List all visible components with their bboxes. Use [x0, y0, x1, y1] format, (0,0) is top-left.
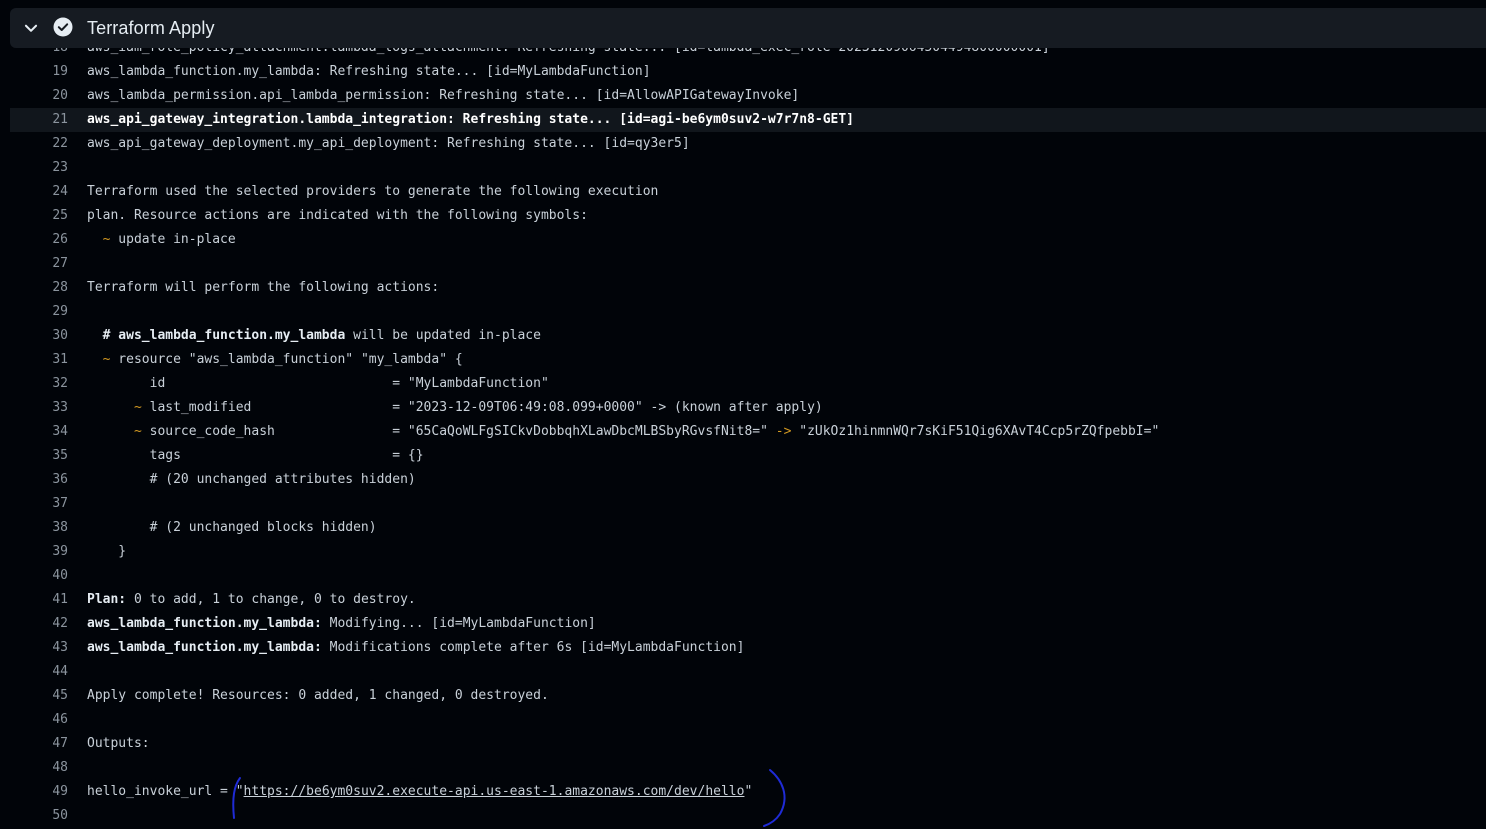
line-text: aws_lambda_function.my_lambda: Modificat…	[87, 640, 745, 655]
log-line: 45 Apply complete! Resources: 0 added, 1 …	[10, 684, 1486, 708]
log-line: 37	[10, 492, 1486, 516]
line-text: id = "MyLambdaFunction"	[87, 376, 549, 391]
log-line: 38 # (2 unchanged blocks hidden)	[10, 516, 1486, 540]
line-number: 38	[52, 520, 68, 535]
change-arrow: ->	[775, 424, 792, 439]
line-text: Terraform will perform the following act…	[87, 280, 440, 295]
step-header[interactable]: Terraform Apply	[10, 8, 1486, 48]
log-line: 26 ~ update in-place	[10, 228, 1486, 252]
tilde-symbol: ~	[133, 400, 142, 415]
line-number: 45	[52, 688, 68, 703]
chevron-down-icon[interactable]	[22, 19, 40, 37]
line-text: tags = {}	[87, 448, 424, 463]
line-text: hello_invoke_url = "https://be6ym0suv2.e…	[87, 784, 753, 799]
step-title: Terraform Apply	[87, 18, 215, 38]
line-text: aws_lambda_function.my_lambda: Refreshin…	[87, 64, 651, 79]
line-number: 24	[52, 184, 68, 199]
log-line: 24 Terraform used the selected providers …	[10, 180, 1486, 204]
check-circle-icon	[53, 17, 73, 37]
line-number: 47	[52, 736, 68, 751]
line-text: ~ resource "aws_lambda_function" "my_lam…	[102, 352, 463, 367]
line-text: # (20 unchanged attributes hidden)	[87, 472, 416, 487]
tilde-symbol: ~	[133, 424, 142, 439]
tilde-symbol: ~	[102, 352, 111, 367]
log-line: 34 ~ source_code_hash = "65CaQoWLFgSICkv…	[10, 420, 1486, 444]
line-number: 50	[52, 808, 68, 823]
log-line: 36 # (20 unchanged attributes hidden)	[10, 468, 1486, 492]
annotation-left-paren	[232, 777, 241, 819]
log-line: 27	[10, 252, 1486, 276]
log-line: 44	[10, 660, 1486, 684]
line-number: 21	[52, 112, 68, 127]
log-line: 22 aws_api_gateway_deployment.my_api_depl…	[10, 132, 1486, 156]
log-line: 35 tags = {}	[10, 444, 1486, 468]
log-line: 20 aws_lambda_permission.api_lambda_permi…	[10, 84, 1486, 108]
annotation-right-paren	[763, 769, 786, 827]
line-text: # (2 unchanged blocks hidden)	[87, 520, 377, 535]
line-text: aws_api_gateway_integration.lambda_integ…	[87, 112, 855, 127]
line-number: 32	[52, 376, 68, 391]
line-number: 31	[52, 352, 68, 367]
line-text: plan. Resource actions are indicated wit…	[87, 208, 588, 223]
line-text: aws_api_gateway_deployment.my_api_deploy…	[87, 136, 690, 151]
log-line: 43 aws_lambda_function.my_lambda: Modific…	[10, 636, 1486, 660]
line-number: 28	[52, 280, 68, 295]
tilde-symbol: ~	[102, 232, 111, 247]
line-number: 43	[52, 640, 68, 655]
log-line: 32 id = "MyLambdaFunction"	[10, 372, 1486, 396]
line-number: 39	[52, 544, 68, 559]
log-output: 18aws_iam_role_policy_attachment.lambda_…	[10, 36, 1486, 829]
line-number: 35	[52, 448, 68, 463]
line-text: ~ update in-place	[102, 232, 236, 247]
line-number: 25	[52, 208, 68, 223]
line-number: 29	[52, 304, 68, 319]
log-line: 28 Terraform will perform the following a…	[10, 276, 1486, 300]
line-number: 41	[52, 592, 68, 607]
log-line: 42 aws_lambda_function.my_lambda: Modifyi…	[10, 612, 1486, 636]
log-line: 30 # aws_lambda_function.my_lambda will …	[10, 324, 1486, 348]
line-number: 30	[52, 328, 68, 343]
line-text: aws_lambda_function.my_lambda: Modifying…	[87, 616, 596, 631]
line-text: Terraform used the selected providers to…	[87, 184, 659, 199]
line-text: aws_lambda_permission.api_lambda_permiss…	[87, 88, 800, 103]
line-text: # aws_lambda_function.my_lambda will be …	[102, 328, 541, 343]
line-number: 20	[52, 88, 68, 103]
line-text: ~ last_modified = "2023-12-09T06:49:08.0…	[133, 400, 823, 415]
line-number: 40	[52, 568, 68, 583]
line-number: 27	[52, 256, 68, 271]
log-line: 31 ~ resource "aws_lambda_function" "my_…	[10, 348, 1486, 372]
line-number: 46	[52, 712, 68, 727]
line-number: 33	[52, 400, 68, 415]
line-number: 42	[52, 616, 68, 631]
log-line: 23	[10, 156, 1486, 180]
log-line: 33 ~ last_modified = "2023-12-09T06:49:0…	[10, 396, 1486, 420]
line-number: 22	[52, 136, 68, 151]
line-number: 19	[52, 64, 68, 79]
log-line: 19 aws_lambda_function.my_lambda: Refresh…	[10, 60, 1486, 84]
log-line: 41 Plan: 0 to add, 1 to change, 0 to dest…	[10, 588, 1486, 612]
line-number: 26	[52, 232, 68, 247]
log-line: 47 Outputs:	[10, 732, 1486, 756]
invoke-url-link[interactable]: https://be6ym0suv2.execute-api.us-east-1…	[244, 784, 745, 799]
line-number: 23	[52, 160, 68, 175]
line-number: 36	[52, 472, 68, 487]
line-text: }	[87, 544, 127, 559]
line-text: ~ source_code_hash = "65CaQoWLFgSICkvDob…	[133, 424, 1160, 439]
line-number: 37	[52, 496, 68, 511]
log-line: 25 plan. Resource actions are indicated w…	[10, 204, 1486, 228]
log-line-highlighted[interactable]: 21 aws_api_gateway_integration.lambda_int…	[10, 108, 1486, 132]
line-text: Apply complete! Resources: 0 added, 1 ch…	[87, 688, 549, 703]
line-number: 44	[52, 664, 68, 679]
line-text: Plan: 0 to add, 1 to change, 0 to destro…	[87, 592, 416, 607]
line-number: 49	[52, 784, 68, 799]
log-line: 29	[10, 300, 1486, 324]
line-text: Outputs:	[87, 736, 150, 751]
line-number: 34	[52, 424, 68, 439]
log-line: 46	[10, 708, 1486, 732]
line-number: 48	[52, 760, 68, 775]
log-line: 40	[10, 564, 1486, 588]
log-line: 39 }	[10, 540, 1486, 564]
